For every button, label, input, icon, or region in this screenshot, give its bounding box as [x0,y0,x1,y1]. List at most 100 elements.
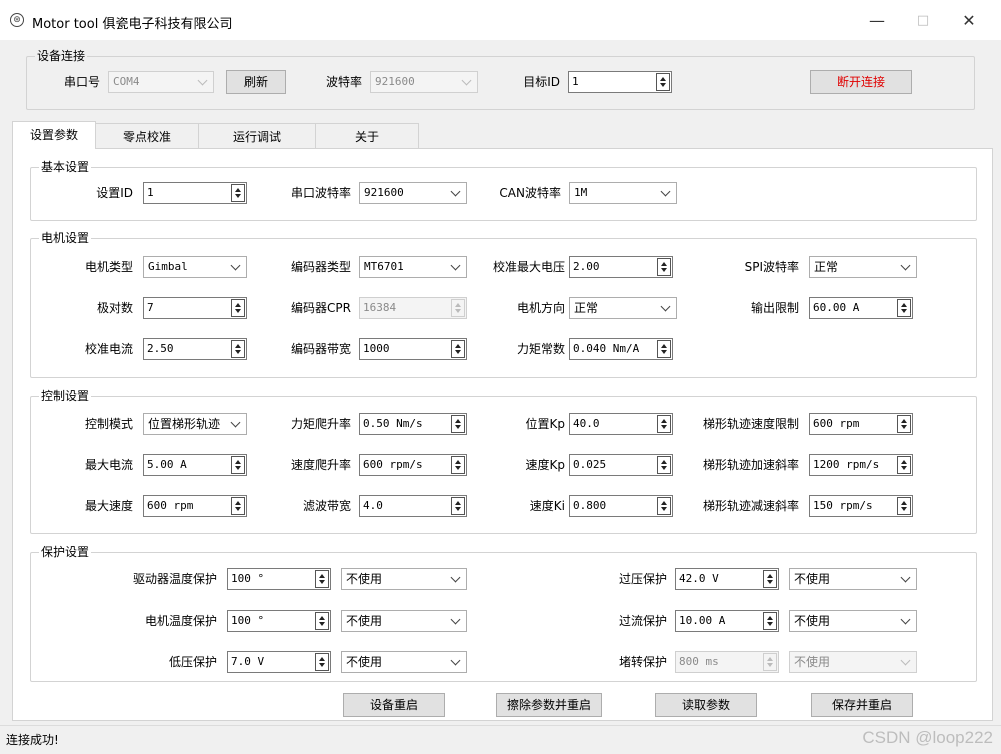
undervoltage-field[interactable]: 7.0 V [227,651,331,673]
spin-icon[interactable] [315,653,329,671]
tab-zero-calibration[interactable]: 零点校准 [95,123,199,149]
spin-icon[interactable] [315,612,329,630]
serial-baud-select[interactable]: 921600 [359,182,467,204]
overvoltage-value: 42.0 V [679,572,719,585]
id-value: 1 [147,186,154,199]
motor-temp-field[interactable]: 100 ° [227,610,331,632]
direction-select[interactable]: 正常 [569,297,677,319]
torque-const-field[interactable]: 0.040 Nm/A [569,338,673,360]
spin-icon[interactable] [231,299,245,317]
traj-decel-field[interactable]: 150 rpm/s [809,495,913,517]
spin-icon[interactable] [451,340,465,358]
encoder-bw-label: 编码器带宽 [290,342,351,356]
erase-reboot-button[interactable]: 擦除参数并重启 [496,693,602,717]
stall-mode-select: 不使用 [789,651,917,673]
undervoltage-mode-select[interactable]: 不使用 [341,651,467,673]
motor-temp-mode-select[interactable]: 不使用 [341,610,467,632]
baud-select[interactable]: 921600 [370,71,478,93]
spin-icon[interactable] [763,570,777,588]
pole-pairs-field[interactable]: 7 [143,297,247,319]
encoder-bw-field[interactable]: 1000 [359,338,467,360]
spin-icon [763,653,777,671]
status-bar: 连接成功! CSDN @loop222 [0,725,1001,754]
max-current-value: 5.00 A [147,458,187,471]
filter-bw-field[interactable]: 4.0 [359,495,467,517]
spin-icon[interactable] [657,497,671,515]
overvoltage-mode-select[interactable]: 不使用 [789,568,917,590]
can-baud-select[interactable]: 1M [569,182,677,204]
disconnect-button[interactable]: 断开连接 [810,70,912,94]
minimize-button[interactable]: — [855,8,899,34]
traj-vel-limit-field[interactable]: 600 rpm [809,413,913,435]
settings-panel: 基本设置 设置ID 1 串口波特率 921600 CAN波特率 1M 电机设置 … [12,148,993,721]
close-button[interactable]: ✕ [947,8,991,34]
spi-baud-select[interactable]: 正常 [809,256,917,278]
can-baud-label: CAN波特率 [499,186,561,200]
spi-baud-value: 正常 [814,260,839,274]
max-speed-field[interactable]: 600 rpm [143,495,247,517]
spin-icon[interactable] [657,415,671,433]
spin-icon[interactable] [657,340,671,358]
control-mode-select[interactable]: 位置梯形轨迹 [143,413,247,435]
motor-temp-label: 电机温度保护 [144,614,217,628]
status-text: 连接成功! [6,733,59,747]
pos-kp-field[interactable]: 40.0 [569,413,673,435]
calib-max-voltage-field[interactable]: 2.00 [569,256,673,278]
calib-current-field[interactable]: 2.50 [143,338,247,360]
traj-accel-field[interactable]: 1200 rpm/s [809,454,913,476]
chevron-down-icon [230,260,241,271]
target-id-field[interactable]: 1 [568,71,672,93]
spin-icon[interactable] [897,456,911,474]
torque-ramp-value: 0.50 Nm/s [363,417,423,430]
encoder-type-value: MT6701 [364,260,404,273]
tab-settings[interactable]: 设置参数 [12,121,96,149]
chevron-down-icon [900,572,911,583]
spin-icon[interactable] [451,415,465,433]
driver-temp-field[interactable]: 100 ° [227,568,331,590]
port-label: 串口号 [63,75,100,89]
spin-icon[interactable] [897,299,911,317]
encoder-cpr-value: 16384 [363,301,397,314]
id-field[interactable]: 1 [143,182,247,204]
encoder-type-select[interactable]: MT6701 [359,256,467,278]
torque-ramp-field[interactable]: 0.50 Nm/s [359,413,467,435]
spin-icon[interactable] [231,184,245,202]
tab-about[interactable]: 关于 [315,123,419,149]
refresh-button[interactable]: 刷新 [226,70,286,94]
filter-bw-value: 4.0 [363,499,383,512]
spin-icon[interactable] [451,456,465,474]
spin-icon[interactable] [231,497,245,515]
chevron-down-icon [660,186,671,197]
spin-icon[interactable] [897,415,911,433]
spin-icon[interactable] [656,73,670,91]
driver-temp-mode-select[interactable]: 不使用 [341,568,467,590]
spin-icon[interactable] [763,612,777,630]
overcurrent-field[interactable]: 10.00 A [675,610,779,632]
traj-decel-label: 梯形轨迹减速斜率 [702,499,799,513]
reboot-button[interactable]: 设备重启 [343,693,445,717]
maximize-button[interactable]: □ [901,8,945,34]
max-current-field[interactable]: 5.00 A [143,454,247,476]
spin-icon[interactable] [231,340,245,358]
spin-icon[interactable] [657,258,671,276]
spin-icon[interactable] [657,456,671,474]
vel-kp-field[interactable]: 0.025 [569,454,673,476]
spin-icon[interactable] [315,570,329,588]
read-params-button[interactable]: 读取参数 [655,693,757,717]
output-limit-field[interactable]: 60.00 A [809,297,913,319]
save-reboot-button[interactable]: 保存并重启 [811,693,913,717]
overvoltage-field[interactable]: 42.0 V [675,568,779,590]
port-select[interactable]: COM4 [108,71,214,93]
spin-icon[interactable] [897,497,911,515]
vel-ramp-field[interactable]: 600 rpm/s [359,454,467,476]
serial-baud-value: 921600 [364,186,404,199]
torque-const-label: 力矩常数 [516,342,565,356]
tab-run-debug[interactable]: 运行调试 [198,123,316,149]
vel-ki-field[interactable]: 0.800 [569,495,673,517]
chevron-down-icon [450,655,461,666]
motor-type-select[interactable]: Gimbal [143,256,247,278]
overvoltage-label: 过压保护 [618,572,667,586]
spin-icon[interactable] [231,456,245,474]
overcurrent-mode-select[interactable]: 不使用 [789,610,917,632]
spin-icon[interactable] [451,497,465,515]
